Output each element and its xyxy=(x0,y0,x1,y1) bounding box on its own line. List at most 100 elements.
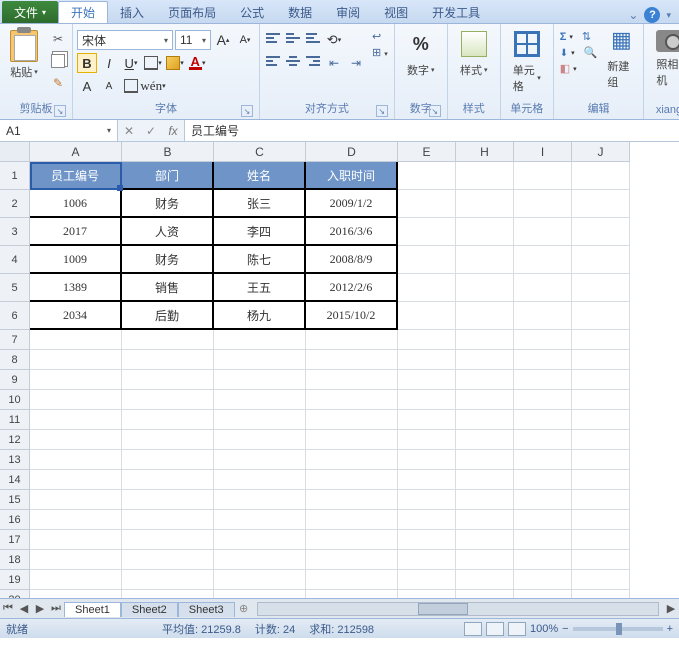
cell[interactable] xyxy=(122,330,214,350)
new-group-label[interactable]: 新建组 xyxy=(607,58,635,90)
cell[interactable] xyxy=(514,218,572,246)
cell[interactable] xyxy=(398,490,456,510)
cell[interactable] xyxy=(122,550,214,570)
cell[interactable] xyxy=(572,390,630,410)
font-name-combo[interactable]: 宋体▾ xyxy=(77,30,173,50)
cell[interactable] xyxy=(456,246,514,274)
select-all-corner[interactable] xyxy=(0,142,30,162)
paste-label[interactable]: 粘贴 xyxy=(10,64,32,80)
zoom-thumb[interactable] xyxy=(616,623,622,635)
dialog-launcher[interactable]: ↘ xyxy=(376,105,388,117)
cell[interactable] xyxy=(398,510,456,530)
col-header[interactable]: A xyxy=(30,142,122,162)
cell[interactable]: 人资 xyxy=(122,218,214,246)
cell[interactable] xyxy=(122,410,214,430)
cell[interactable]: 2008/8/9 xyxy=(306,246,398,274)
zoom-level[interactable]: 100% xyxy=(530,623,558,635)
cell[interactable]: 部门 xyxy=(122,162,214,190)
row-header[interactable]: 17 xyxy=(0,530,30,550)
cell[interactable] xyxy=(572,430,630,450)
phonetic-button[interactable]: wén▾ xyxy=(143,76,163,96)
cell[interactable]: 王五 xyxy=(214,274,306,302)
cell[interactable] xyxy=(456,570,514,590)
cell[interactable]: 1006 xyxy=(30,190,122,218)
cell[interactable] xyxy=(398,530,456,550)
bold-button[interactable]: B xyxy=(77,53,97,73)
cell[interactable] xyxy=(122,470,214,490)
cell[interactable] xyxy=(122,510,214,530)
row-header[interactable]: 5 xyxy=(0,274,30,302)
fill-color-button[interactable]: ▾ xyxy=(165,53,185,73)
cell[interactable] xyxy=(572,450,630,470)
cell[interactable] xyxy=(456,550,514,570)
cell[interactable] xyxy=(214,350,306,370)
name-box[interactable]: A1▾ xyxy=(0,120,118,141)
row-header[interactable]: 20 xyxy=(0,590,30,598)
cell[interactable] xyxy=(398,550,456,570)
help-icon[interactable]: ? xyxy=(644,7,660,23)
cell[interactable] xyxy=(514,590,572,598)
cell[interactable] xyxy=(214,470,306,490)
first-sheet-button[interactable]: ⏮ xyxy=(0,602,16,615)
cell[interactable] xyxy=(122,450,214,470)
cell[interactable] xyxy=(122,530,214,550)
grow-font-button[interactable]: A▴ xyxy=(213,30,233,50)
cell[interactable] xyxy=(572,410,630,430)
number-label[interactable]: 数字 xyxy=(407,62,429,78)
cell[interactable] xyxy=(306,370,398,390)
tab-insert[interactable]: 插入 xyxy=(108,1,156,23)
next-sheet-button[interactable]: ▶ xyxy=(32,602,48,615)
cell[interactable]: 2009/1/2 xyxy=(306,190,398,218)
cell[interactable] xyxy=(306,330,398,350)
autosum-icon[interactable] xyxy=(560,31,567,43)
cut-button[interactable] xyxy=(48,30,68,48)
cell[interactable] xyxy=(456,190,514,218)
minimize-ribbon-icon[interactable]: ⌄ xyxy=(628,8,638,22)
row-header[interactable]: 6 xyxy=(0,302,30,330)
cell[interactable] xyxy=(514,274,572,302)
sheet-tab[interactable]: Sheet1 xyxy=(64,602,121,617)
row-header[interactable]: 7 xyxy=(0,330,30,350)
cell[interactable] xyxy=(398,350,456,370)
cell[interactable] xyxy=(122,590,214,598)
cell[interactable] xyxy=(398,370,456,390)
cell[interactable] xyxy=(456,490,514,510)
dialog-launcher[interactable]: ↘ xyxy=(429,105,441,117)
increase-indent-button[interactable] xyxy=(346,53,366,73)
horizontal-scrollbar[interactable] xyxy=(257,602,659,616)
cell[interactable] xyxy=(30,570,122,590)
cell[interactable] xyxy=(514,450,572,470)
align-center-button[interactable] xyxy=(284,53,302,69)
cell[interactable] xyxy=(456,410,514,430)
cell[interactable] xyxy=(514,190,572,218)
cell[interactable] xyxy=(514,570,572,590)
cell[interactable] xyxy=(30,550,122,570)
cell[interactable] xyxy=(30,350,122,370)
cell[interactable] xyxy=(514,390,572,410)
tab-home[interactable]: 开始 xyxy=(58,1,108,23)
col-header[interactable]: E xyxy=(398,142,456,162)
cell[interactable] xyxy=(572,330,630,350)
paste-icon[interactable] xyxy=(10,30,38,62)
insert-sheet-button[interactable]: ⊕ xyxy=(235,602,253,615)
col-header[interactable]: I xyxy=(514,142,572,162)
cell[interactable] xyxy=(514,510,572,530)
row-header[interactable]: 16 xyxy=(0,510,30,530)
cell[interactable] xyxy=(514,530,572,550)
cell[interactable]: 后勤 xyxy=(122,302,214,330)
row-header[interactable]: 14 xyxy=(0,470,30,490)
row-header[interactable]: 4 xyxy=(0,246,30,274)
font-color-button[interactable]: A▾ xyxy=(187,53,207,73)
cell[interactable] xyxy=(214,370,306,390)
cell[interactable] xyxy=(122,430,214,450)
cell[interactable] xyxy=(572,302,630,330)
cell[interactable] xyxy=(572,274,630,302)
cell[interactable] xyxy=(514,162,572,190)
cell[interactable] xyxy=(122,490,214,510)
sheet-tab[interactable]: Sheet2 xyxy=(121,602,178,617)
cell[interactable]: 李四 xyxy=(214,218,306,246)
scroll-thumb[interactable] xyxy=(418,603,468,615)
cell[interactable] xyxy=(30,590,122,598)
cell[interactable] xyxy=(572,370,630,390)
cell[interactable] xyxy=(214,410,306,430)
